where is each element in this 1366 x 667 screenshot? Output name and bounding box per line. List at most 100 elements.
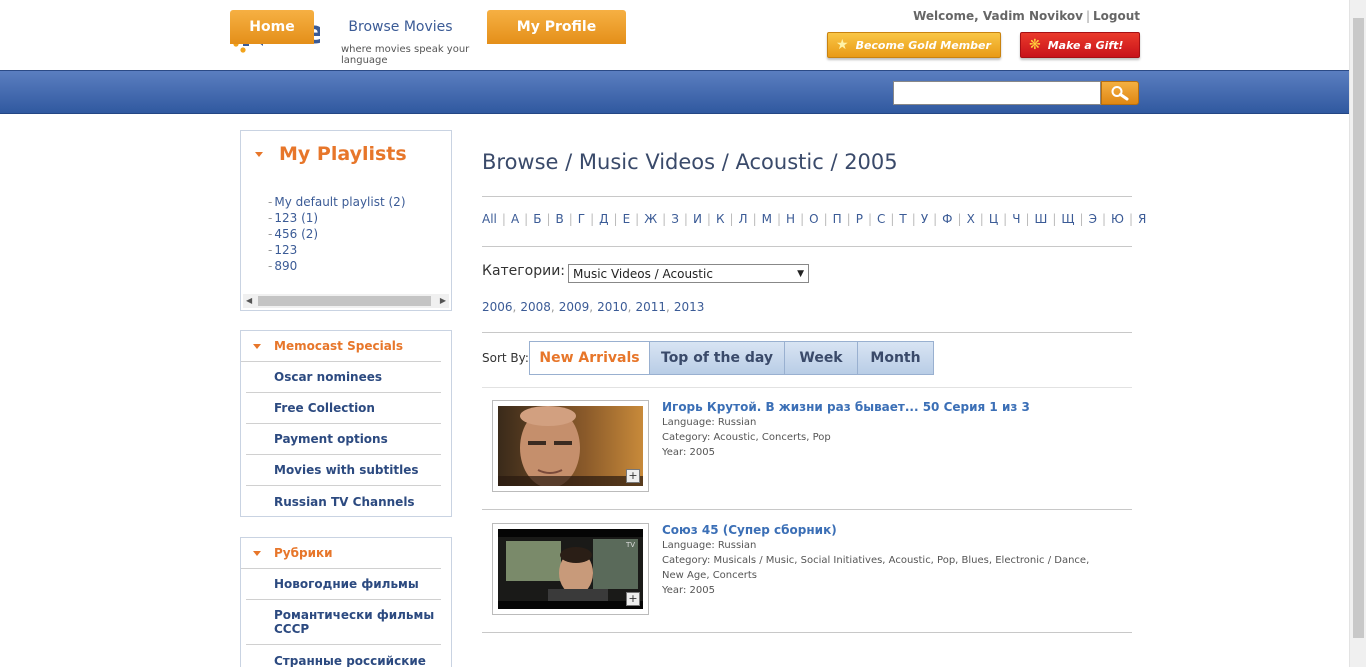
movie-title-link[interactable]: Игорь Крутой. В жизни раз бывает... 50 С…	[662, 400, 1030, 414]
year-link[interactable]: 2010	[597, 300, 628, 314]
year-link[interactable]: 2013	[674, 300, 705, 314]
alphabet-letter-link[interactable]: All	[482, 212, 497, 226]
year-link[interactable]: 2011	[636, 300, 667, 314]
alphabet-letter-link[interactable]: Г	[578, 212, 585, 226]
year-link[interactable]: 2009	[559, 300, 590, 314]
add-to-playlist-icon[interactable]: +	[626, 469, 640, 483]
playlist-item[interactable]: -456 (2)	[268, 226, 406, 242]
alphabet-letter-link[interactable]: Ч	[1012, 212, 1020, 226]
alphabet-letter-link[interactable]: Э	[1089, 212, 1097, 226]
alphabet-letter-link[interactable]: У	[921, 212, 928, 226]
movie-language: Language: Russian	[662, 540, 757, 551]
alphabet-letter-link[interactable]: М	[762, 212, 772, 226]
category-select[interactable]: Music Videos / Acoustic ▼	[568, 264, 809, 283]
year-separator: ,	[512, 300, 517, 314]
alphabet-letter-link[interactable]: Л	[739, 212, 748, 226]
alphabet-separator: |	[776, 212, 782, 226]
specials-item-russian-tv-channels[interactable]: Russian TV Channels	[246, 486, 441, 517]
collapse-triangle-icon[interactable]	[255, 151, 263, 157]
scroll-right-arrow-icon[interactable]: ▶	[440, 296, 446, 305]
search-button[interactable]	[1101, 81, 1139, 105]
alphabet-separator: |	[1052, 212, 1057, 226]
movie-list-item: + Игорь Крутой. В жизни раз бывает... 50…	[482, 388, 1132, 510]
alphabet-letter-link[interactable]: О	[809, 212, 818, 226]
alphabet-letter-link[interactable]: Д	[599, 212, 608, 226]
collapse-triangle-icon[interactable]	[253, 343, 261, 349]
sort-tab-week[interactable]: Week	[785, 341, 858, 375]
star-icon: ★	[836, 37, 849, 53]
movie-thumbnail[interactable]: +	[492, 400, 649, 492]
sort-tab-month[interactable]: Month	[858, 341, 934, 375]
alphabet-letter-link[interactable]: К	[716, 212, 725, 226]
tab-home[interactable]: Home	[230, 10, 314, 44]
become-gold-member-button[interactable]: ★ Become Gold Member	[827, 32, 1001, 58]
playlist-horizontal-scrollbar[interactable]: ◀ ▶	[243, 294, 449, 308]
alphabet-letter-link[interactable]: Б	[533, 212, 541, 226]
alphabet-letter-link[interactable]: Т	[899, 212, 906, 226]
sort-tabs: New Arrivals Top of the day Week Month	[529, 341, 934, 375]
playlist-item[interactable]: -890	[268, 258, 406, 274]
alphabet-letter-link[interactable]: И	[693, 212, 702, 226]
playlist-item[interactable]: -123	[268, 242, 406, 258]
make-a-gift-button[interactable]: ❋ Make a Gift!	[1020, 32, 1140, 58]
specials-item-payment-options[interactable]: Payment options	[246, 424, 441, 455]
page: memocast where movies speak your languag…	[0, 0, 1366, 667]
sort-tab-new-arrivals[interactable]: New Arrivals	[529, 341, 650, 375]
alphabet-separator: |	[1079, 212, 1084, 226]
alphabet-letter-link[interactable]: П	[833, 212, 842, 226]
specials-item-free-collection[interactable]: Free Collection	[246, 393, 441, 424]
sort-tab-top-of-the-day[interactable]: Top of the day	[650, 341, 785, 375]
playlist-item[interactable]: -123 (1)	[268, 210, 406, 226]
specials-item-oscar-nominees[interactable]: Oscar nominees	[246, 362, 441, 393]
year-link[interactable]: 2006	[482, 300, 513, 314]
alphabet-separator: |	[501, 212, 506, 226]
alphabet-letter-link[interactable]: Х	[967, 212, 975, 226]
specials-item-movies-with-subtitles[interactable]: Movies with subtitles	[246, 455, 441, 486]
divider	[482, 332, 1132, 333]
alphabet-letter-link[interactable]: Н	[786, 212, 795, 226]
alphabet-separator: |	[590, 212, 595, 226]
alphabet-separator: |	[613, 212, 618, 226]
dropdown-arrow-icon: ▼	[797, 268, 804, 279]
my-playlists-header[interactable]: My Playlists	[255, 143, 407, 165]
alphabet-letter-link[interactable]: З	[671, 212, 679, 226]
alphabet-separator: |	[867, 212, 872, 226]
alphabet-letter-link[interactable]: Ц	[989, 212, 998, 226]
rubriki-header[interactable]: Рубрики	[241, 538, 441, 569]
collapse-triangle-icon[interactable]	[253, 550, 261, 556]
movie-title-link[interactable]: Союз 45 (Супер сборник)	[662, 523, 837, 537]
year-link[interactable]: 2008	[520, 300, 551, 314]
tab-browse-movies[interactable]: Browse Movies	[320, 10, 481, 44]
alphabet-letter-link[interactable]: Ф	[942, 212, 952, 226]
scrollbar-thumb[interactable]	[1353, 18, 1364, 638]
rubriki-item[interactable]: Романтически фильмы СССР	[246, 600, 441, 645]
alphabet-letter-link[interactable]: Я	[1138, 212, 1146, 226]
alphabet-letter-link[interactable]: Е	[623, 212, 631, 226]
page-vertical-scrollbar[interactable]	[1349, 0, 1366, 667]
logout-link[interactable]: Logout	[1093, 9, 1140, 23]
movie-thumbnail[interactable]: TV +	[492, 523, 649, 615]
alphabet-letter-link[interactable]: Щ	[1061, 212, 1074, 226]
divider	[482, 632, 1132, 633]
alphabet-letter-link[interactable]: В	[555, 212, 563, 226]
rubriki-item[interactable]: Новогодние фильмы	[246, 569, 441, 600]
alphabet-letter-link[interactable]: А	[511, 212, 519, 226]
scrollbar-thumb[interactable]	[258, 296, 431, 306]
year-separator: ,	[550, 300, 555, 314]
search-input[interactable]	[893, 81, 1101, 105]
playlist-item[interactable]: - My default playlist (2)	[268, 194, 406, 210]
specials-header[interactable]: Memocast Specials	[241, 331, 441, 362]
divider	[482, 246, 1132, 247]
alphabet-letter-link[interactable]: Ю	[1111, 212, 1124, 226]
alphabet-letter-link[interactable]: Ж	[644, 212, 657, 226]
tab-my-profile[interactable]: My Profile	[487, 10, 626, 44]
specials-title: Memocast Specials	[274, 339, 404, 353]
alphabet-letter-link[interactable]: С	[877, 212, 885, 226]
scroll-left-arrow-icon[interactable]: ◀	[246, 296, 252, 305]
year-filter: 2006, 2008, 2009, 2010, 2011, 2013	[482, 300, 704, 314]
rubriki-item[interactable]: Странные российские	[246, 645, 441, 667]
add-to-playlist-icon[interactable]: +	[626, 592, 640, 606]
alphabet-letter-link[interactable]: Р	[856, 212, 863, 226]
alphabet-letter-link[interactable]: Ш	[1035, 212, 1048, 226]
alphabet-separator: |	[524, 212, 529, 226]
